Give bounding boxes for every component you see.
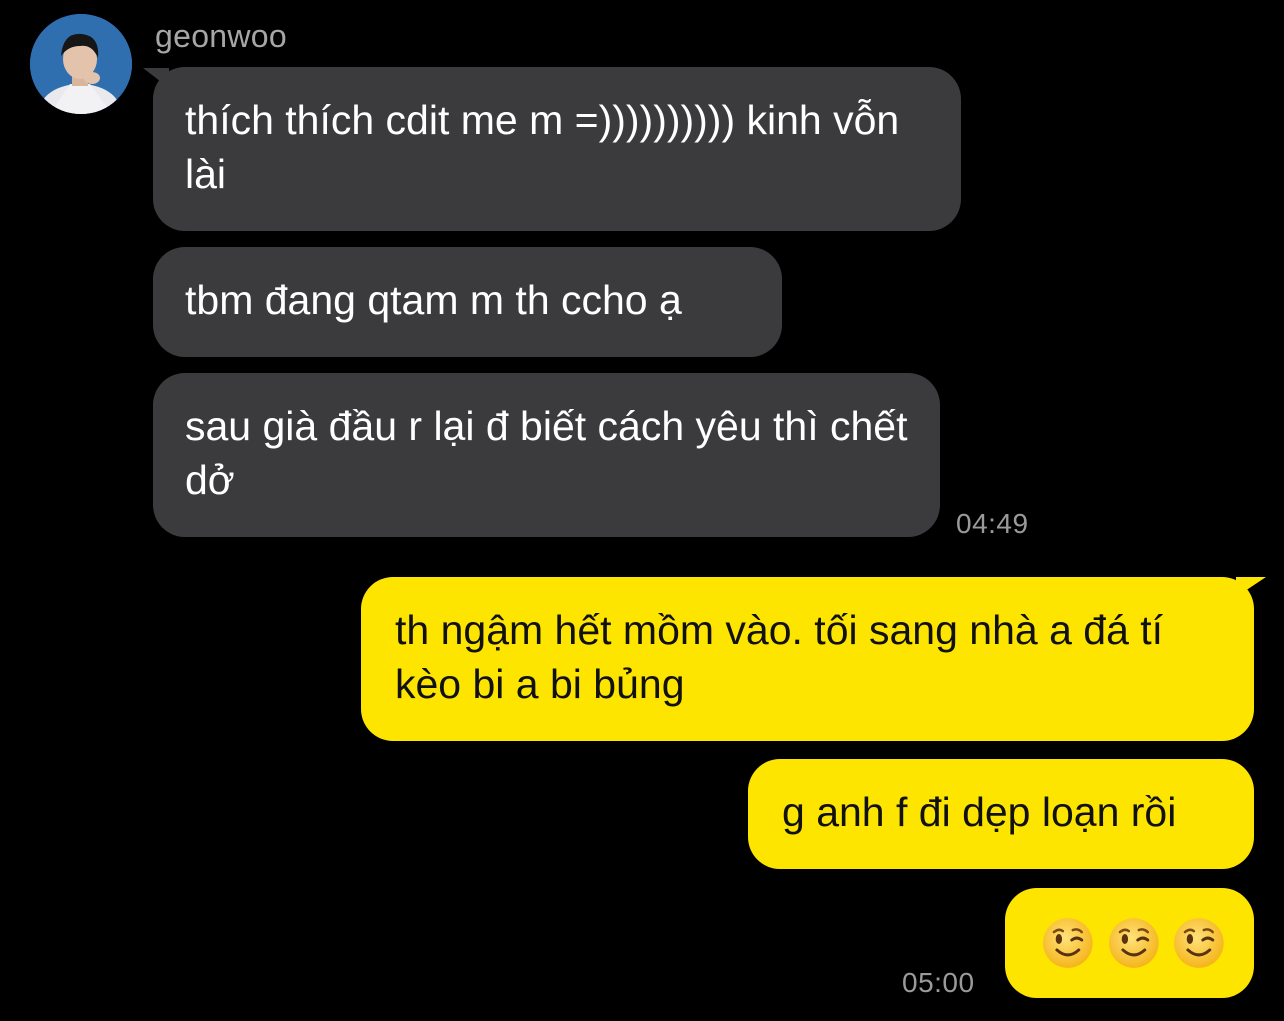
winking-face-icon xyxy=(1042,918,1093,968)
incoming-message[interactable]: sau già đầu r lại đ biết cách yêu thì ch… xyxy=(153,373,940,537)
outgoing-emoji-message[interactable] xyxy=(1005,888,1254,998)
outgoing-message[interactable]: g anh f đi dẹp loạn rồi xyxy=(748,759,1254,869)
incoming-message[interactable]: thích thích cdit me m =)))))))))) kinh v… xyxy=(153,67,961,231)
incoming-message[interactable]: tbm đang qtam m th ccho ạ xyxy=(153,247,782,357)
emoji-row xyxy=(1041,916,1226,970)
message-text: g anh f đi dẹp loạn rồi xyxy=(782,789,1177,835)
message-timestamp: 05:00 xyxy=(902,967,975,998)
winking-face-icon xyxy=(1108,918,1159,968)
outgoing-message[interactable]: th ngậm hết mồm vào. tối sang nhà a đá t… xyxy=(361,577,1254,741)
message-timestamp: 04:49 xyxy=(956,508,1029,539)
winking-face-icon xyxy=(1174,918,1225,968)
message-text: sau già đầu r lại đ biết cách yêu thì ch… xyxy=(185,403,908,503)
avatar-photo xyxy=(30,14,132,114)
message-text: tbm đang qtam m th ccho ạ xyxy=(185,277,682,323)
sender-avatar[interactable] xyxy=(30,14,132,114)
message-text: th ngậm hết mồm vào. tối sang nhà a đá t… xyxy=(395,607,1164,707)
sender-name: geonwoo xyxy=(155,18,287,54)
message-text: thích thích cdit me m =)))))))))) kinh v… xyxy=(185,97,900,197)
